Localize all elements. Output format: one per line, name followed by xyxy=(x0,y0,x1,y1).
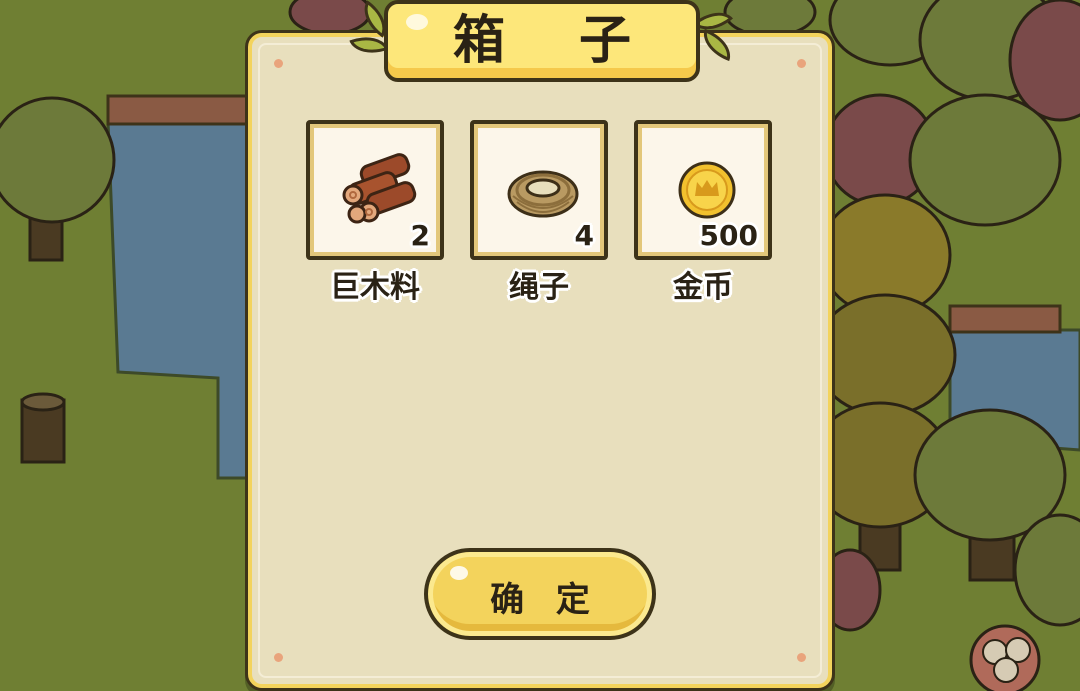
reward-slot-rope[interactable]: 4 xyxy=(470,120,608,260)
wood-logs-icon xyxy=(342,153,417,224)
game-screen: 箱 子 2 巨木料 4 绳子 500 金币 确 定 xyxy=(0,0,1080,691)
river-bank xyxy=(948,304,1062,334)
tree-canopy xyxy=(813,293,957,417)
item-count: 500 xyxy=(699,219,758,252)
item-name: 金币 xyxy=(673,270,733,305)
tree-canopy xyxy=(288,0,372,36)
panel-rivet xyxy=(797,59,806,68)
confirm-button[interactable]: 确 定 xyxy=(424,548,656,640)
item-count: 4 xyxy=(574,219,594,252)
tree-canopy xyxy=(723,0,817,38)
panel-rivet xyxy=(274,653,283,662)
river-bank xyxy=(106,94,252,126)
gold-coin-icon xyxy=(678,161,736,219)
confirm-button-label: 确 定 xyxy=(490,580,600,620)
item-name: 绳子 xyxy=(509,270,569,305)
dialog-title-plate: 箱 子 xyxy=(384,0,700,82)
rope-coil-icon xyxy=(507,170,579,218)
tree-canopy xyxy=(0,96,116,224)
reward-slot-gold[interactable]: 500 xyxy=(634,120,772,260)
panel-rivet xyxy=(274,59,283,68)
panel-rivet xyxy=(797,653,806,662)
item-count: 2 xyxy=(410,219,430,252)
reward-slot-wood[interactable]: 2 xyxy=(306,120,444,260)
tree-canopy xyxy=(908,93,1062,227)
dialog-title: 箱 子 xyxy=(452,11,660,71)
item-name: 巨木料 xyxy=(330,270,420,305)
